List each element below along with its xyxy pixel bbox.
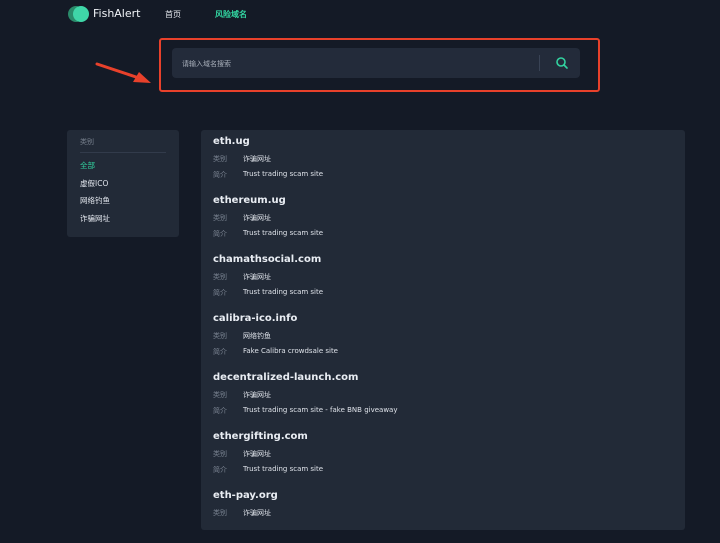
intro-label: 简介 [213,466,227,474]
category-value: 诈骗网址 [243,155,271,163]
brand-name[interactable]: FishAlert [93,7,140,20]
sidebar-item-scam-site[interactable]: 诈骗网址 [80,213,110,224]
arrow-annotation-icon [95,62,151,83]
list-item: eth.ug 类别 诈骗网址 简介 Trust trading scam sit… [213,130,673,189]
intro-label: 简介 [213,171,227,179]
category-value: 诈骗网址 [243,391,271,399]
intro-value: Trust trading scam site [243,465,324,473]
list-item: eth-pay.org 类别 诈骗网址 [213,484,673,543]
search-input[interactable] [180,55,534,73]
domain-list: eth.ug 类别 诈骗网址 简介 Trust trading scam sit… [201,130,685,530]
intro-value: Trust trading scam site - fake BNB givea… [243,406,398,414]
logo-icon[interactable] [68,5,89,25]
intro-value: Trust trading scam site [243,288,324,296]
sidebar-item-phishing[interactable]: 网络钓鱼 [80,195,110,206]
intro-value: Trust trading scam site [243,170,324,178]
sidebar-divider [80,152,166,153]
list-item: ethereum.ug 类别 诈骗网址 简介 Trust trading sca… [213,189,673,248]
sidebar-item-fake-ico[interactable]: 虚假ICO [80,178,108,189]
intro-label: 简介 [213,230,227,238]
domain-title[interactable]: ethergifting.com [213,431,308,442]
search-button[interactable] [552,54,572,72]
search-bar [172,48,580,78]
domain-title[interactable]: ethereum.ug [213,195,286,206]
category-label: 类别 [213,450,227,458]
category-label: 类别 [213,332,227,340]
category-value: 诈骗网址 [243,273,271,281]
list-item: calibra-ico.info 类别 网络钓鱼 简介 Fake Calibra… [213,307,673,366]
search-divider [539,55,540,71]
sidebar-title: 类别 [80,138,94,146]
domain-title[interactable]: calibra-ico.info [213,313,297,324]
nav-home-link[interactable]: 首页 [165,9,181,20]
intro-label: 简介 [213,407,227,415]
domain-title[interactable]: eth-pay.org [213,490,278,501]
search-icon [556,57,568,69]
intro-label: 简介 [213,289,227,297]
category-value: 诈骗网址 [243,450,271,458]
domain-title[interactable]: decentralized-launch.com [213,372,358,383]
category-value: 诈骗网址 [243,214,271,222]
nav-risk-domains-link[interactable]: 风险域名 [215,9,247,20]
domain-title[interactable]: chamathsocial.com [213,254,321,265]
sidebar-item-all[interactable]: 全部 [80,160,95,171]
intro-value: Fake Calibra crowdsale site [243,347,338,355]
intro-value: Trust trading scam site [243,229,324,237]
list-item: ethergifting.com 类别 诈骗网址 简介 Trust tradin… [213,425,673,484]
list-item: chamathsocial.com 类别 诈骗网址 简介 Trust tradi… [213,248,673,307]
category-label: 类别 [213,155,227,163]
category-label: 类别 [213,273,227,281]
category-label: 类别 [213,391,227,399]
category-sidebar: 类别 全部 虚假ICO 网络钓鱼 诈骗网址 [67,130,179,237]
category-label: 类别 [213,214,227,222]
intro-label: 简介 [213,348,227,356]
category-label: 类别 [213,509,227,517]
category-value: 网络钓鱼 [243,332,271,340]
category-value: 诈骗网址 [243,509,271,517]
list-item: decentralized-launch.com 类别 诈骗网址 简介 Trus… [213,366,673,425]
domain-title[interactable]: eth.ug [213,136,250,147]
top-nav-bar: FishAlert 首页 风险域名 [0,0,720,30]
